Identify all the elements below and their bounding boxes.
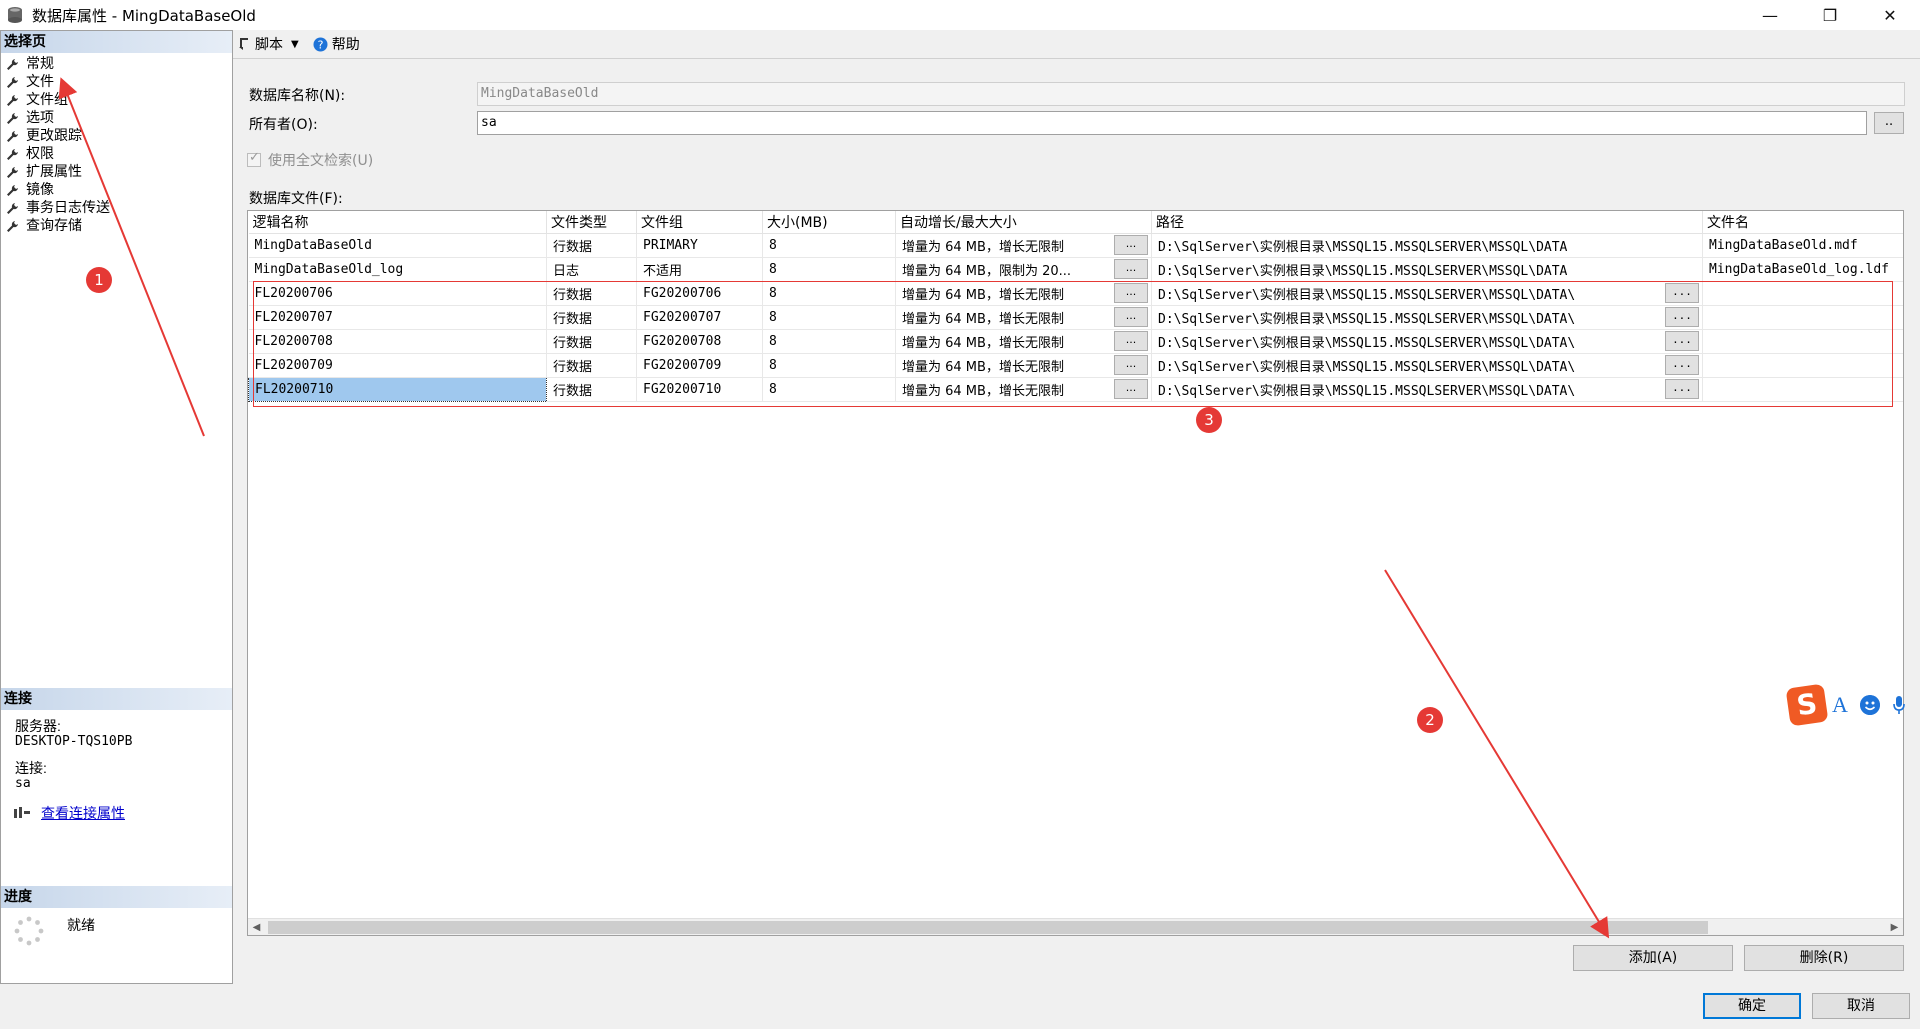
- ime-language-icon[interactable]: A: [1832, 692, 1848, 718]
- annotation-badge-1: 1: [86, 267, 112, 293]
- annotation-badge-3: 3: [1196, 407, 1222, 433]
- microphone-icon[interactable]: [1892, 695, 1906, 715]
- annotation-arrows: [58, 77, 1610, 939]
- annotation-badge-2: 2: [1417, 707, 1443, 733]
- sogou-logo-icon[interactable]: S: [1785, 683, 1829, 727]
- ime-toolbar: S A: [1785, 683, 1906, 727]
- emoji-icon[interactable]: [1859, 695, 1880, 715]
